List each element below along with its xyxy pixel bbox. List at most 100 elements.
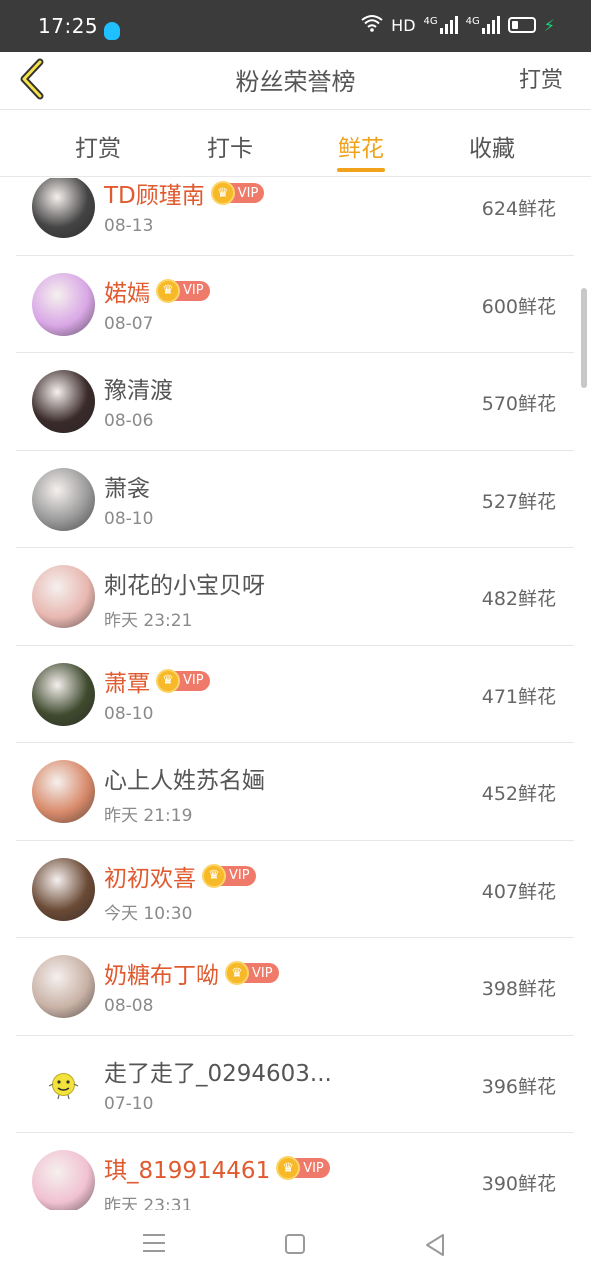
tab-flowers[interactable]: 鲜花	[311, 129, 411, 163]
avatar[interactable]	[32, 467, 95, 531]
menu-icon[interactable]	[143, 1234, 165, 1252]
vip-label: VIP	[183, 283, 204, 298]
flower-count: 600鲜花	[481, 295, 556, 318]
date-label: 08-13	[104, 216, 154, 236]
vip-badge: ♛ VIP	[202, 863, 256, 888]
username[interactable]: 心上人姓苏名婳	[104, 761, 265, 795]
vip-label: VIP	[229, 868, 250, 883]
signal-icon-2: 4G	[466, 16, 500, 34]
list-item[interactable]: 刺花的小宝贝呀昨天 23:21 482鲜花	[16, 548, 574, 646]
wifi-icon	[361, 14, 383, 36]
avatar[interactable]	[32, 1053, 95, 1116]
crown-icon: ♛	[210, 181, 235, 205]
crown-icon: ♛	[156, 278, 180, 303]
status-time: 17:25	[38, 14, 99, 38]
name-line: 琪_819914461 ♛ VIP	[104, 1151, 330, 1185]
tab-favorites[interactable]: 收藏	[442, 129, 542, 163]
vip-label: VIP	[303, 1160, 324, 1176]
name-line: 走了走了_0294603...	[104, 1054, 332, 1088]
qq-icon	[104, 22, 120, 40]
name-line: 初初欢喜 ♛ VIP	[104, 859, 256, 893]
date-label: 昨天 23:31	[104, 1196, 193, 1210]
username[interactable]: 奶糖布丁呦	[104, 956, 219, 990]
list-item[interactable]: 琪_819914461 ♛ VIP 昨天 23:31 390鲜花	[16, 1133, 574, 1210]
vip-badge: ♛ VIP	[225, 961, 279, 985]
system-nav-bar	[0, 1210, 591, 1280]
flower-count: 390鲜花	[481, 1173, 556, 1195]
list-item[interactable]: 初初欢喜 ♛ VIP 今天 10:30 407鲜花	[16, 841, 574, 938]
flower-count: 482鲜花	[481, 588, 556, 610]
name-line: 萧覃 ♛ VIP	[104, 664, 210, 698]
avatar[interactable]	[32, 178, 95, 238]
back-triangle-icon[interactable]	[424, 1233, 446, 1257]
home-icon[interactable]	[285, 1234, 305, 1254]
username[interactable]: 婼嫣	[104, 274, 150, 308]
date-label: 08-07	[104, 313, 154, 334]
date-label: 昨天 21:19	[104, 806, 193, 826]
vip-label: VIP	[252, 965, 273, 981]
vip-badge: ♛ VIP	[156, 278, 210, 303]
username[interactable]: TD顾瑾南	[104, 178, 205, 210]
flower-count: 471鲜花	[481, 685, 556, 708]
tab-active-indicator	[337, 168, 385, 172]
hd-label: HD	[391, 15, 416, 35]
scrollbar[interactable]	[581, 288, 587, 388]
list-item[interactable]: 奶糖布丁呦 ♛ VIP 08-08 398鲜花	[16, 938, 574, 1036]
crown-icon: ♛	[225, 961, 249, 985]
date-label: 07-10	[104, 1093, 154, 1114]
reward-button[interactable]: 打赏	[519, 62, 563, 94]
avatar[interactable]	[32, 857, 95, 921]
tab-reward[interactable]: 打赏	[48, 129, 148, 163]
charging-icon: ⚡	[543, 15, 555, 35]
avatar[interactable]	[32, 565, 95, 628]
name-line: 刺花的小宝贝呀	[104, 566, 265, 600]
status-bar: 17:25 HD 4G 4G ⚡	[0, 0, 591, 52]
battery-icon	[507, 17, 536, 33]
avatar[interactable]	[32, 272, 95, 336]
username[interactable]: 刺花的小宝贝呀	[104, 566, 265, 600]
ranking-list[interactable]: TD顾瑾南 ♛ VIP 08-13 624鲜花 婼嫣 ♛ VIP 08-07 600鲜花 豫清渡 08…	[0, 178, 591, 1210]
list-item[interactable]: 婼嫣 ♛ VIP 08-07 600鲜花	[16, 256, 574, 353]
tab-bar: 打赏 打卡 鲜花 收藏	[0, 111, 591, 177]
username[interactable]: 琪_819914461	[104, 1151, 270, 1185]
name-line: 奶糖布丁呦 ♛ VIP	[104, 956, 279, 990]
name-line: 心上人姓苏名婳	[104, 761, 265, 795]
username[interactable]: 萧衾	[104, 469, 150, 503]
username[interactable]: 萧覃	[104, 664, 150, 698]
vip-badge: ♛ VIP	[276, 1156, 330, 1180]
avatar[interactable]	[32, 955, 95, 1018]
list-item[interactable]: 萧衾 08-10 527鲜花	[16, 451, 574, 548]
flower-count: 407鲜花	[481, 880, 556, 903]
name-line: 婼嫣 ♛ VIP	[104, 274, 210, 308]
date-label: 今天 10:30	[104, 903, 193, 924]
name-line: TD顾瑾南 ♛ VIP	[104, 178, 265, 210]
date-label: 08-10	[104, 703, 154, 724]
crown-icon: ♛	[156, 668, 180, 693]
list-item[interactable]: 萧覃 ♛ VIP 08-10 471鲜花	[16, 646, 574, 743]
flower-count: 452鲜花	[481, 783, 556, 805]
crown-icon: ♛	[276, 1156, 301, 1180]
vip-label: VIP	[237, 185, 259, 201]
list-item[interactable]: TD顾瑾南 ♛ VIP 08-13 624鲜花	[16, 178, 574, 256]
page-title: 粉丝荣誉榜	[235, 68, 356, 96]
flower-count: 398鲜花	[481, 978, 556, 1000]
name-line: 豫清渡	[104, 371, 173, 405]
flower-count: 624鲜花	[481, 198, 556, 220]
avatar[interactable]	[32, 760, 95, 823]
nav-bar: 粉丝荣誉榜 打赏	[0, 52, 591, 110]
crown-icon: ♛	[202, 863, 226, 888]
tab-checkin[interactable]: 打卡	[180, 129, 280, 163]
list-item[interactable]: 心上人姓苏名婳昨天 21:19 452鲜花	[16, 743, 574, 841]
list-item[interactable]: 豫清渡 08-06 570鲜花	[16, 353, 574, 451]
avatar[interactable]	[32, 1150, 95, 1210]
date-label: 08-08	[104, 996, 154, 1016]
date-label: 昨天 23:21	[104, 611, 193, 631]
avatar[interactable]	[32, 370, 95, 433]
avatar[interactable]	[32, 662, 95, 726]
list-item[interactable]: 走了走了_0294603... 07-10 396鲜花	[16, 1036, 574, 1133]
username[interactable]: 豫清渡	[104, 371, 173, 405]
username[interactable]: 初初欢喜	[104, 859, 196, 893]
vip-badge: ♛ VIP	[156, 668, 210, 693]
username[interactable]: 走了走了_0294603...	[104, 1054, 332, 1088]
date-label: 08-10	[104, 508, 154, 529]
